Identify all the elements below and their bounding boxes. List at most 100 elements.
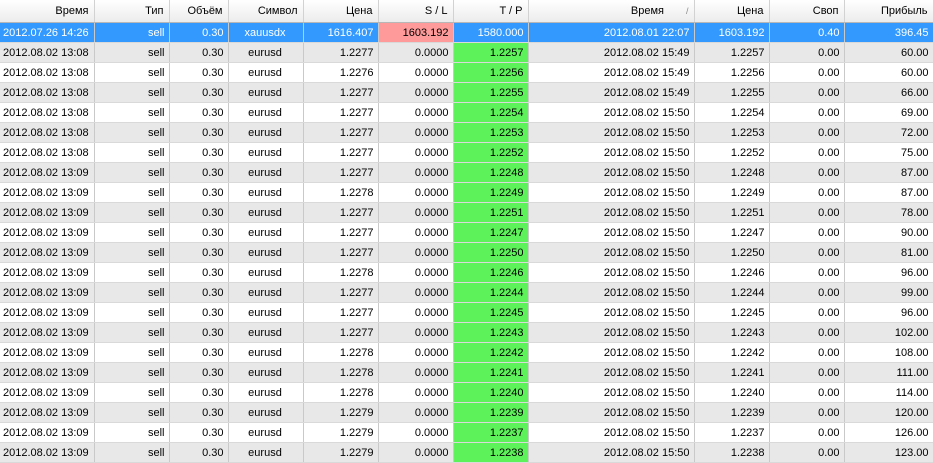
table-row[interactable]: 2012.08.02 13:09 sell 0.30 eurusd 1.2278 0.00… bbox=[0, 362, 933, 383]
cell-profit: 81.00 bbox=[844, 242, 933, 263]
cell-tp: 1.2249 bbox=[453, 182, 529, 203]
cell-profit: 99.00 bbox=[844, 282, 933, 303]
table-row[interactable]: 2012.08.02 13:08 sell 0.30 eurusd 1.2277 0.00… bbox=[0, 42, 933, 63]
column-header-open-price[interactable]: Цена bbox=[303, 0, 379, 23]
table-row[interactable]: 2012.08.02 13:09 sell 0.30 eurusd 1.2277 0.00… bbox=[0, 282, 933, 303]
cell-close-time: 2012.08.02 15:50 bbox=[528, 222, 695, 243]
table-row[interactable]: 2012.08.02 13:09 sell 0.30 eurusd 1.2277 0.00… bbox=[0, 162, 933, 183]
cell-symbol: eurusd bbox=[228, 422, 304, 443]
cell-open-price: 1.2277 bbox=[303, 282, 379, 303]
sort-indicator-icon: / bbox=[685, 6, 689, 16]
cell-tp: 1.2253 bbox=[453, 122, 529, 143]
cell-open-time: 2012.08.02 13:09 bbox=[0, 442, 95, 463]
cell-close-price: 1.2247 bbox=[694, 222, 770, 243]
cell-type: sell bbox=[94, 382, 170, 403]
cell-close-time: 2012.08.02 15:50 bbox=[528, 162, 695, 183]
cell-swap: 0.00 bbox=[769, 442, 845, 463]
cell-profit: 60.00 bbox=[844, 62, 933, 83]
cell-tp: 1.2252 bbox=[453, 142, 529, 163]
table-row[interactable]: 2012.08.02 13:09 sell 0.30 eurusd 1.2278 0.00… bbox=[0, 182, 933, 203]
cell-type: sell bbox=[94, 82, 170, 103]
cell-symbol: eurusd bbox=[228, 202, 304, 223]
cell-volume: 0.30 bbox=[169, 182, 229, 203]
column-header-swap[interactable]: Своп bbox=[769, 0, 845, 23]
cell-sl: 0.0000 bbox=[378, 202, 454, 223]
cell-swap: 0.00 bbox=[769, 102, 845, 123]
cell-close-price: 1.2257 bbox=[694, 42, 770, 63]
column-header-symbol[interactable]: Символ bbox=[228, 0, 304, 23]
table-row[interactable]: 2012.08.02 13:09 sell 0.30 eurusd 1.2279 0.00… bbox=[0, 402, 933, 423]
column-header-sl[interactable]: S / L bbox=[378, 0, 454, 23]
cell-sl: 0.0000 bbox=[378, 342, 454, 363]
column-header-profit[interactable]: Прибыль bbox=[844, 0, 933, 23]
cell-open-time: 2012.08.02 13:08 bbox=[0, 142, 95, 163]
table-row[interactable]: 2012.08.02 13:09 sell 0.30 eurusd 1.2278 0.00… bbox=[0, 382, 933, 403]
table-row[interactable]: 2012.08.02 13:09 sell 0.30 eurusd 1.2277 0.00… bbox=[0, 322, 933, 343]
cell-swap: 0.00 bbox=[769, 42, 845, 63]
table-row[interactable]: 2012.08.02 13:09 sell 0.30 eurusd 1.2277 0.00… bbox=[0, 242, 933, 263]
cell-profit: 96.00 bbox=[844, 262, 933, 283]
column-header-close-time-label: Время bbox=[630, 5, 664, 17]
cell-type: sell bbox=[94, 302, 170, 323]
cell-volume: 0.30 bbox=[169, 222, 229, 243]
table-row[interactable]: 2012.08.02 13:08 sell 0.30 eurusd 1.2277 0.00… bbox=[0, 122, 933, 143]
cell-profit: 87.00 bbox=[844, 162, 933, 183]
cell-open-price: 1.2277 bbox=[303, 142, 379, 163]
cell-type: sell bbox=[94, 162, 170, 183]
table-row[interactable]: 2012.08.02 13:08 sell 0.30 eurusd 1.2276 0.00… bbox=[0, 62, 933, 83]
table-row[interactable]: 2012.08.02 13:09 sell 0.30 eurusd 1.2279 0.00… bbox=[0, 422, 933, 443]
table-row[interactable]: 2012.08.02 13:09 sell 0.30 eurusd 1.2278 0.00… bbox=[0, 342, 933, 363]
cell-profit: 69.00 bbox=[844, 102, 933, 123]
cell-swap: 0.00 bbox=[769, 382, 845, 403]
column-header-tp[interactable]: T / P bbox=[453, 0, 529, 23]
table-row[interactable]: 2012.07.26 14:26 sell 0.30 xauusdx 1616.407 1… bbox=[0, 22, 933, 43]
column-header-close-price[interactable]: Цена bbox=[694, 0, 770, 23]
cell-swap: 0.00 bbox=[769, 242, 845, 263]
cell-open-time: 2012.08.02 13:09 bbox=[0, 362, 95, 383]
table-row[interactable]: 2012.08.02 13:08 sell 0.30 eurusd 1.2277 0.00… bbox=[0, 82, 933, 103]
cell-open-price: 1616.407 bbox=[303, 22, 379, 43]
cell-profit: 96.00 bbox=[844, 302, 933, 323]
cell-open-time: 2012.08.02 13:09 bbox=[0, 422, 95, 443]
cell-symbol: eurusd bbox=[228, 382, 304, 403]
table-row[interactable]: 2012.08.02 13:09 sell 0.30 eurusd 1.2277 0.00… bbox=[0, 202, 933, 223]
table-row[interactable]: 2012.08.02 13:08 sell 0.30 eurusd 1.2277 0.00… bbox=[0, 102, 933, 123]
table-body: 2012.07.26 14:26 sell 0.30 xauusdx 1616.407 1… bbox=[0, 22, 933, 463]
table-row[interactable]: 2012.08.02 13:09 sell 0.30 eurusd 1.2279 0.00… bbox=[0, 442, 933, 463]
column-header-open-time[interactable]: Время bbox=[0, 0, 95, 23]
cell-volume: 0.30 bbox=[169, 202, 229, 223]
cell-close-price: 1.2254 bbox=[694, 102, 770, 123]
cell-type: sell bbox=[94, 282, 170, 303]
cell-tp: 1.2237 bbox=[453, 422, 529, 443]
cell-tp: 1.2247 bbox=[453, 222, 529, 243]
cell-sl: 0.0000 bbox=[378, 122, 454, 143]
column-header-type[interactable]: Тип bbox=[94, 0, 170, 23]
cell-tp: 1.2239 bbox=[453, 402, 529, 423]
cell-swap: 0.00 bbox=[769, 422, 845, 443]
cell-tp: 1.2240 bbox=[453, 382, 529, 403]
cell-open-time: 2012.08.02 13:09 bbox=[0, 202, 95, 223]
cell-volume: 0.30 bbox=[169, 262, 229, 283]
cell-profit: 120.00 bbox=[844, 402, 933, 423]
cell-swap: 0.00 bbox=[769, 402, 845, 423]
cell-close-price: 1.2253 bbox=[694, 122, 770, 143]
cell-symbol: eurusd bbox=[228, 342, 304, 363]
column-header-close-time[interactable]: Время / bbox=[528, 0, 695, 23]
cell-close-price: 1.2249 bbox=[694, 182, 770, 203]
cell-close-time: 2012.08.02 15:50 bbox=[528, 362, 695, 383]
cell-swap: 0.00 bbox=[769, 282, 845, 303]
table-row[interactable]: 2012.08.02 13:09 sell 0.30 eurusd 1.2277 0.00… bbox=[0, 302, 933, 323]
cell-sl: 0.0000 bbox=[378, 42, 454, 63]
cell-volume: 0.30 bbox=[169, 102, 229, 123]
column-header-volume[interactable]: Объём bbox=[169, 0, 229, 23]
cell-close-price: 1603.192 bbox=[694, 22, 770, 43]
cell-profit: 78.00 bbox=[844, 202, 933, 223]
cell-symbol: eurusd bbox=[228, 102, 304, 123]
cell-type: sell bbox=[94, 442, 170, 463]
cell-symbol: eurusd bbox=[228, 242, 304, 263]
table-row[interactable]: 2012.08.02 13:09 sell 0.30 eurusd 1.2278 0.00… bbox=[0, 262, 933, 283]
cell-close-price: 1.2255 bbox=[694, 82, 770, 103]
table-row[interactable]: 2012.08.02 13:08 sell 0.30 eurusd 1.2277 0.00… bbox=[0, 142, 933, 163]
cell-swap: 0.00 bbox=[769, 262, 845, 283]
table-row[interactable]: 2012.08.02 13:09 sell 0.30 eurusd 1.2277 0.00… bbox=[0, 222, 933, 243]
